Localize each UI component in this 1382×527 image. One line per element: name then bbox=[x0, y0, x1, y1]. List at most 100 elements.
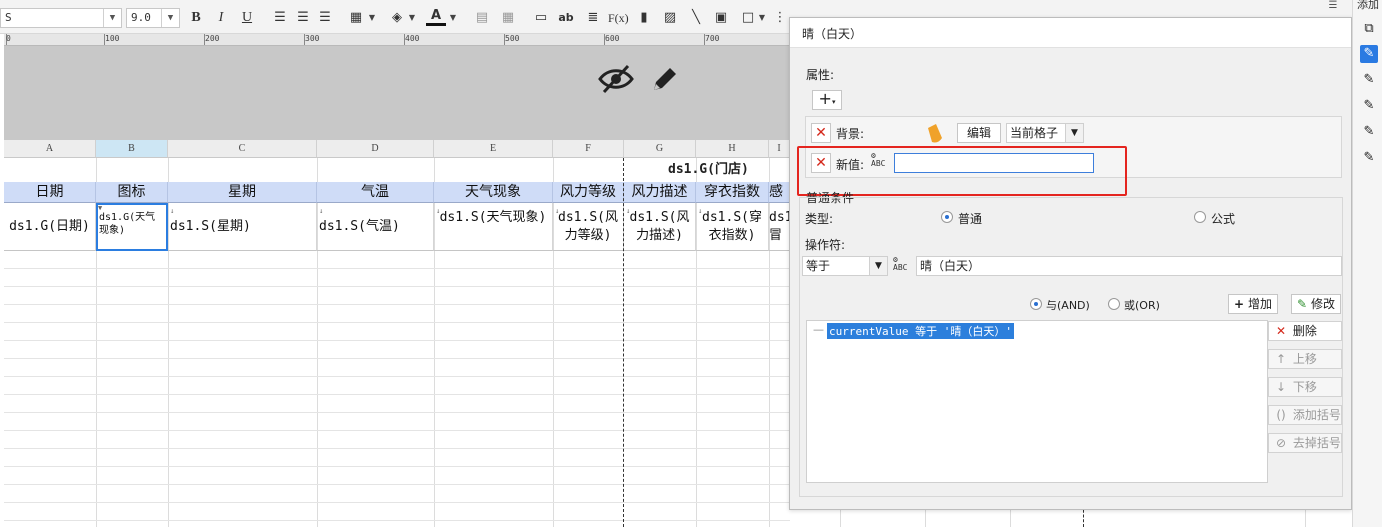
bold-icon[interactable]: B bbox=[186, 8, 206, 28]
move-down-button[interactable]: ↓ 下移 bbox=[1268, 377, 1342, 397]
plus-icon: + bbox=[818, 89, 832, 108]
sheet-title-cell[interactable]: ds1.G(门店) bbox=[624, 158, 790, 182]
data-cell-wind-level[interactable]: ↓ ds1.S(风力等级) bbox=[553, 203, 624, 251]
chart-icon[interactable]: ▮ bbox=[634, 8, 654, 28]
type-formula-radio[interactable] bbox=[1194, 211, 1206, 223]
type-normal-radio[interactable] bbox=[941, 211, 953, 223]
delete-condition-button[interactable]: ✕ 删除 bbox=[1268, 321, 1342, 341]
header-cell-icon[interactable]: 图标 bbox=[96, 182, 168, 203]
column-header-h[interactable]: H bbox=[696, 140, 769, 158]
header-preview-area bbox=[4, 46, 790, 140]
font-size-select[interactable]: 9.0 ▼ bbox=[126, 8, 180, 28]
format-abc-icon[interactable]: ⚙ ABC bbox=[893, 256, 913, 274]
pencil-icon[interactable]: ✎ bbox=[1360, 45, 1378, 63]
remove-bracket-button[interactable]: ⊘ 去掉括号 bbox=[1268, 433, 1342, 453]
scope-select-value: 当前格子 bbox=[1010, 126, 1059, 140]
add-property-button[interactable]: +▾ bbox=[812, 90, 842, 110]
unmerge-cells-icon[interactable]: ▦ bbox=[498, 8, 518, 28]
modify-condition-button[interactable]: ✎ 修改 bbox=[1291, 294, 1341, 314]
add-condition-button[interactable]: + 增加 bbox=[1228, 294, 1278, 314]
data-cell-text: ds1.S(风力描述) bbox=[629, 210, 690, 243]
text-format-icon[interactable]: ab bbox=[556, 8, 576, 28]
font-family-select[interactable]: S ▼ bbox=[0, 8, 122, 28]
image-icon[interactable]: ▨ bbox=[660, 8, 680, 28]
menu-icon[interactable]: ☰ bbox=[1318, 0, 1348, 14]
ruler-label: 100 bbox=[105, 34, 120, 43]
and-radio[interactable] bbox=[1030, 298, 1042, 310]
align-right-icon[interactable]: ☰ bbox=[315, 8, 335, 28]
expand-arrow-icon: ↓ bbox=[170, 207, 175, 215]
copy-icon[interactable]: ⧉ bbox=[1360, 20, 1378, 38]
data-cell-dressing-index[interactable]: ↓ ds1.S(穿衣指数) bbox=[696, 203, 769, 251]
border-dropdown-caret-icon[interactable]: ▼ bbox=[367, 8, 377, 28]
column-header-a[interactable]: A bbox=[4, 140, 96, 158]
fill-color-icon[interactable]: ◈ bbox=[387, 8, 407, 28]
scope-select[interactable]: 当前格子 ▼ bbox=[1006, 123, 1084, 143]
operator-select[interactable]: 等于 ▼ bbox=[802, 256, 888, 276]
column-header-d[interactable]: D bbox=[317, 140, 434, 158]
italic-icon[interactable]: I bbox=[211, 8, 231, 28]
header-cell-temperature[interactable]: 气温 bbox=[317, 182, 434, 203]
header-cell-wind-level[interactable]: 风力等级 bbox=[553, 182, 624, 203]
data-cell-wind-desc[interactable]: ↓ ds1.S(风力描述) bbox=[624, 203, 696, 251]
column-header-f[interactable]: F bbox=[553, 140, 624, 158]
header-cell-dressing-index[interactable]: 穿衣指数 bbox=[696, 182, 769, 203]
chevron-down-icon: ▾ bbox=[831, 98, 836, 106]
sub-report-icon[interactable]: ▣ bbox=[711, 8, 731, 28]
header-cell-date[interactable]: 日期 bbox=[4, 182, 96, 203]
column-header-g[interactable]: G bbox=[624, 140, 696, 158]
add-bracket-button[interactable]: () 添加括号 bbox=[1268, 405, 1342, 425]
align-center-icon[interactable]: ☰ bbox=[293, 8, 313, 28]
cell-element-icon[interactable]: □ bbox=[738, 8, 758, 28]
data-cell-weather[interactable]: ↓ ds1.S(天气现象) bbox=[434, 203, 553, 251]
pencil-icon[interactable]: ✎ bbox=[1360, 97, 1378, 115]
eye-slash-icon[interactable] bbox=[598, 64, 634, 102]
pencil-icon[interactable] bbox=[650, 64, 680, 102]
slash-icon[interactable]: ╲ bbox=[686, 8, 706, 28]
data-cell-temperature[interactable]: ↓ ds1.S(气温) bbox=[317, 203, 434, 251]
or-radio[interactable] bbox=[1108, 298, 1120, 310]
fill-dropdown-caret-icon[interactable]: ▼ bbox=[407, 8, 417, 28]
cell-element-caret-icon[interactable]: ▼ bbox=[757, 8, 767, 28]
header-cell-weather[interactable]: 天气现象 bbox=[434, 182, 553, 203]
paragraph-icon[interactable]: ≣ bbox=[583, 8, 603, 28]
header-cell-cold[interactable]: 感 bbox=[769, 182, 790, 203]
column-header-b[interactable]: B bbox=[96, 140, 168, 158]
merge-cells-icon[interactable]: ▤ bbox=[472, 8, 492, 28]
data-cell-icon[interactable]: ▼ ds1.G(天气现象) bbox=[96, 203, 168, 251]
arrow-up-icon: ↑ bbox=[1275, 352, 1287, 366]
pencil-icon[interactable]: ✎ bbox=[1360, 71, 1378, 89]
column-header-i[interactable]: I bbox=[769, 140, 790, 158]
header-cell-weekday[interactable]: 星期 bbox=[168, 182, 317, 203]
underline-icon[interactable]: U bbox=[237, 8, 257, 28]
column-header-e[interactable]: E bbox=[434, 140, 553, 158]
formula-icon[interactable]: F(x) bbox=[608, 8, 629, 28]
font-color-dropdown-caret-icon[interactable]: ▼ bbox=[448, 8, 458, 28]
condition-list[interactable]: — currentValue 等于 '晴（白天）' bbox=[806, 320, 1268, 483]
condition-item[interactable]: currentValue 等于 '晴（白天）' bbox=[827, 323, 1014, 339]
data-cell-text: ds1.G(日期) bbox=[9, 219, 90, 234]
tree-line: — bbox=[813, 323, 824, 336]
data-cell-date[interactable]: ds1.G(日期) bbox=[4, 203, 96, 251]
column-header-c[interactable]: C bbox=[168, 140, 317, 158]
insert-row-icon[interactable]: ▭ bbox=[531, 8, 551, 28]
edit-button[interactable]: 编辑 bbox=[957, 123, 1001, 143]
delete-condition-label: 删除 bbox=[1292, 324, 1317, 338]
pencil-icon[interactable]: ✎ bbox=[1360, 149, 1378, 167]
data-cell-weekday[interactable]: ↓ ds1.S(星期) bbox=[168, 203, 317, 251]
operand-input[interactable]: 晴（白天） bbox=[916, 256, 1342, 276]
modify-icon: ✎ bbox=[1297, 297, 1308, 311]
operator-label: 操作符: bbox=[805, 238, 846, 252]
border-icon[interactable]: ▦ bbox=[346, 8, 366, 28]
align-left-icon[interactable]: ☰ bbox=[270, 8, 290, 28]
font-color-icon[interactable]: A bbox=[426, 8, 446, 26]
data-cell-text: ds1.S(气温) bbox=[319, 219, 400, 234]
add-condition-label: 增加 bbox=[1247, 297, 1272, 311]
pencil-icon[interactable]: ✎ bbox=[1360, 123, 1378, 141]
more-icon[interactable]: ⋮ bbox=[770, 8, 790, 28]
header-cell-wind-desc[interactable]: 风力描述 bbox=[624, 182, 696, 203]
expand-arrow-icon: ↓ bbox=[319, 207, 324, 215]
move-up-button[interactable]: ↑ 上移 bbox=[1268, 349, 1342, 369]
data-cell-cold[interactable]: ds1.S(感冒 bbox=[769, 203, 790, 251]
remove-background-button[interactable]: ✕ bbox=[811, 123, 831, 143]
